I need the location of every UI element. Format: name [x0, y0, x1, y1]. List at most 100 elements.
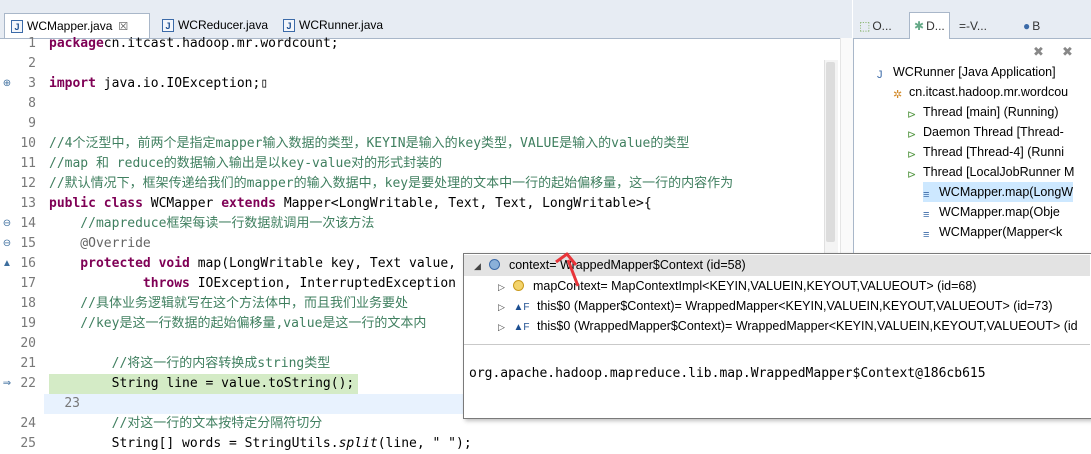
code-text: //默认情况下，框架传递给我们的mapper的输入数据中，key是要处理的文本中…: [49, 176, 734, 191]
field-icon: [513, 280, 525, 291]
line-number: 3: [28, 76, 36, 91]
line-number: 25: [20, 436, 36, 451]
line-number: 20: [20, 336, 36, 351]
expand-icon[interactable]: ▷: [498, 277, 508, 297]
debug-tree-label: Thread [Thread-4] (Runni: [923, 145, 1065, 159]
java-file-icon: J: [162, 18, 174, 32]
line-marker-icon[interactable]: ⊖: [2, 214, 12, 234]
debug-tree-item[interactable]: ⊳ Thread [LocalJobRunner M: [907, 162, 1074, 182]
expand-icon[interactable]: ▷: [498, 317, 508, 337]
frame-icon: ≡: [923, 229, 930, 241]
line-number: 21: [20, 356, 36, 371]
popup-detail-pane[interactable]: [464, 345, 1090, 417]
code-line[interactable]: 25 String[] words = StringUtils.split(li…: [0, 434, 828, 454]
breakpoints-icon: ●: [1023, 19, 1031, 33]
view-tab-bar: ⬚ O... ✱ D... =-V... ● B: [853, 0, 1091, 39]
thread-icon: ⊳: [907, 109, 917, 121]
line-number: 22: [20, 376, 36, 391]
frame-icon: ≡: [923, 209, 930, 221]
tab-debug[interactable]: ✱ D...: [909, 12, 950, 39]
thread-icon: ⊳: [907, 149, 917, 161]
remove-terminated-icon[interactable]: ✖: [1033, 44, 1044, 60]
debug-tree-label: WCRunner [Java Application]: [893, 65, 1056, 79]
debug-tree-label: WCMapper.map(LongW: [939, 185, 1074, 199]
code-line[interactable]: 3 ⊕ import java.io.IOException;▯: [0, 74, 828, 94]
line-number: 8: [28, 96, 36, 111]
app-icon: J: [877, 69, 883, 81]
code-line[interactable]: 14 ⊖ //mapreduce框架每读一行数据就调用一次该方法: [0, 214, 828, 234]
popup-child-row[interactable]: ▷ ▲F this$0 (Mapper$Context)= WrappedMap…: [498, 296, 1053, 318]
line-number: 1: [28, 36, 36, 51]
debug-tree-item[interactable]: ≡ WCMapper.map(Obje: [923, 202, 1060, 222]
code-text: @Override: [49, 236, 151, 251]
popup-child-row[interactable]: ▷ ▲F this$0 (WrappedMapper$Context)= Wra…: [498, 316, 1078, 338]
code-text: //对这一行的文本按特定分隔符切分: [49, 416, 323, 431]
line-number: 10: [20, 136, 36, 151]
code-text: packagecn.itcast.hadoop.mr.wordcount;: [49, 36, 339, 51]
line-marker-icon[interactable]: ⊕: [2, 74, 12, 94]
line-marker-icon[interactable]: ⇒: [2, 374, 12, 394]
code-line[interactable]: 15 ⊖ @Override: [0, 234, 828, 254]
line-number: 2: [28, 56, 36, 71]
code-text: String[] words = StringUtils.split(line,…: [49, 436, 472, 451]
thread-icon: ⊳: [907, 129, 917, 141]
tab-outline[interactable]: ⬚ O...: [859, 14, 892, 38]
debug-tree-label: Thread [main] (Running): [923, 105, 1059, 119]
line-number: 16: [20, 256, 36, 271]
code-text: //将这一行的内容转换成string类型: [49, 356, 331, 371]
code-line[interactable]: 11 //map 和 reduce的数据输入输出是以key-value对的形式封装…: [0, 154, 828, 174]
debug-tree-item[interactable]: J WCRunner [Java Application]: [877, 62, 1056, 82]
debug-tree-item[interactable]: ≡ WCMapper.map(LongW: [923, 182, 1074, 202]
tab-wcreducer[interactable]: J WCReducer.java: [156, 14, 274, 36]
close-icon[interactable]: ☒: [118, 20, 128, 33]
frame-icon: ≡: [923, 189, 930, 201]
debug-tree-label: cn.itcast.hadoop.mr.wordcou: [909, 85, 1069, 99]
editor-scroll-thumb[interactable]: [826, 62, 835, 242]
debug-tree-label: Thread [LocalJobRunner M: [923, 165, 1075, 179]
code-line[interactable]: 2: [0, 54, 828, 74]
line-number: 14: [20, 216, 36, 231]
line-number: 12: [20, 176, 36, 191]
code-text: throws IOException, InterruptedException: [49, 276, 456, 291]
code-line[interactable]: 1 packagecn.itcast.hadoop.mr.wordcount;: [0, 34, 828, 54]
debug-tree-item[interactable]: ⊳ Thread [Thread-4] (Runni: [907, 142, 1064, 162]
code-text: //具体业务逻辑就写在这个方法体中，而且我们业务要处: [49, 296, 408, 311]
line-number: 13: [20, 196, 36, 211]
debug-tree-label: WCMapper.map(Obje: [939, 205, 1060, 219]
line-number: 19: [20, 316, 36, 331]
code-line[interactable]: 9: [0, 114, 828, 134]
thread-icon: ⊳: [907, 169, 917, 181]
tab-label: WCMapper.java: [27, 19, 113, 33]
line-number: 23: [64, 396, 80, 411]
code-text: public class WCMapper extends Mapper<Lon…: [49, 196, 652, 211]
code-text: //map 和 reduce的数据输入输出是以key-value对的形式封装的: [49, 156, 443, 171]
expand-icon[interactable]: ▷: [498, 297, 508, 317]
tab-variables[interactable]: =-V...: [959, 14, 987, 38]
collapse-icon[interactable]: ◢: [474, 256, 484, 276]
line-number: 15: [20, 236, 36, 251]
code-text: //4个泛型中，前两个是指定mapper输入数据的类型，KEYIN是输入的key…: [49, 136, 690, 151]
line-number: 11: [20, 156, 36, 171]
tab-wcrunner[interactable]: J WCRunner.java: [277, 14, 395, 36]
debug-tree-item[interactable]: ✲ cn.itcast.hadoop.mr.wordcou: [893, 82, 1068, 102]
code-text: String line = value.toString();: [49, 374, 358, 394]
line-marker-icon[interactable]: ▲: [2, 254, 12, 274]
final-field-icon: ▲F: [513, 322, 530, 333]
debug-icon: ✱: [914, 19, 925, 33]
tab-breakpoints[interactable]: ● B: [1023, 14, 1040, 38]
code-text: //mapreduce框架每读一行数据就调用一次该方法: [49, 216, 375, 231]
code-text: //key是这一行数据的起始偏移量,value是这一行的文本内: [49, 316, 427, 331]
debug-tree-label: Daemon Thread [Thread-: [923, 125, 1064, 139]
debug-tree-item[interactable]: ⊳ Daemon Thread [Thread-: [907, 122, 1064, 142]
code-line[interactable]: 8: [0, 94, 828, 114]
code-line[interactable]: 13 public class WCMapper extends Mapper<L…: [0, 194, 828, 214]
debug-tree-item[interactable]: ⊳ Thread [main] (Running): [907, 102, 1058, 122]
code-line[interactable]: 10 //4个泛型中，前两个是指定mapper输入数据的类型，KEYIN是输入的k…: [0, 134, 828, 154]
remove-all-icon[interactable]: ✖: [1062, 44, 1073, 60]
line-number: 9: [28, 116, 36, 131]
debug-tree-item[interactable]: ≡ WCMapper(Mapper<k: [923, 222, 1062, 242]
debug-tree[interactable]: J WCRunner [Java Application] ✲ cn.itcast.h…: [853, 62, 1091, 252]
line-marker-icon[interactable]: ⊖: [2, 234, 12, 254]
line-number: 24: [20, 416, 36, 431]
code-line[interactable]: 12 //默认情况下，框架传递给我们的mapper的输入数据中，key是要处理的文…: [0, 174, 828, 194]
